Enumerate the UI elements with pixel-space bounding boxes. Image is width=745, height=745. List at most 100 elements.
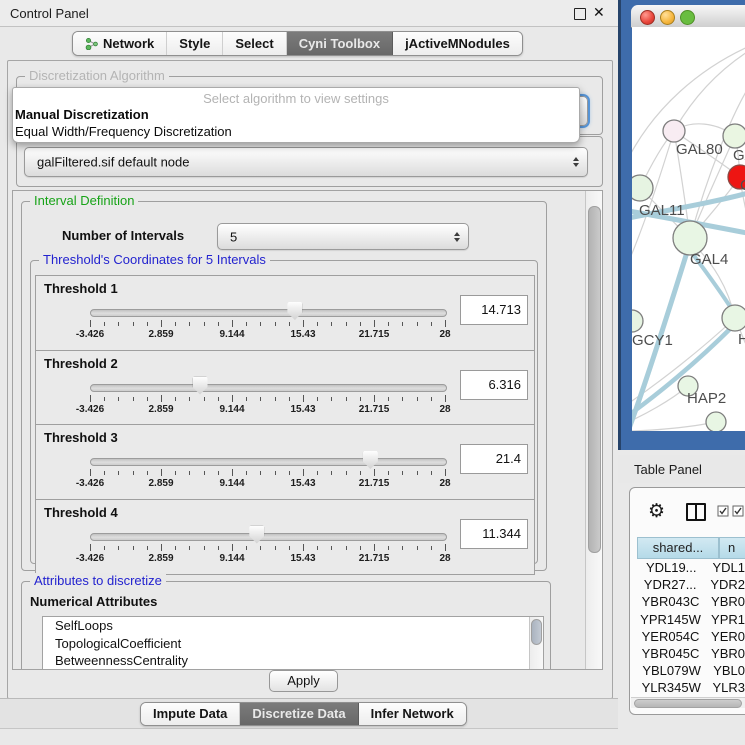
table-cell: YBR0	[704, 594, 745, 609]
slider-tick-label: 2.859	[131, 329, 191, 340]
slider-tick-label: 15.43	[273, 553, 333, 564]
dropdown-option-manual[interactable]: Manual Discretization	[15, 107, 149, 122]
network-node[interactable]	[673, 221, 707, 255]
tab-impute-data[interactable]: Impute Data	[141, 703, 240, 725]
checkbox-checked-icon[interactable]	[732, 505, 745, 518]
threshold-value-field[interactable]: 14.713	[460, 295, 528, 325]
tab-discretize-data[interactable]: Discretize Data	[240, 703, 358, 725]
slider-tick	[374, 544, 375, 551]
network-edge[interactable]	[674, 52, 745, 131]
tab-style[interactable]: Style	[167, 32, 223, 55]
slider-tick	[133, 546, 134, 550]
slider-tick	[388, 397, 389, 401]
slider-tick	[445, 469, 446, 476]
dropdown-option-equal-width[interactable]: Equal Width/Frequency Discretization	[15, 124, 232, 139]
network-canvas[interactable]: GAL80GACGAL11GAL4GCY1HHAP2	[632, 27, 745, 431]
slider-thumb[interactable]	[193, 377, 208, 395]
split-view-icon[interactable]	[686, 503, 706, 521]
attributes-list-scrollbar[interactable]	[529, 617, 543, 669]
table-row[interactable]: YBR045CYBR0	[637, 645, 745, 662]
slider-tick	[232, 320, 233, 327]
slider-thumb[interactable]	[363, 451, 378, 469]
network-node[interactable]	[632, 175, 653, 201]
slider-thumb[interactable]	[249, 526, 264, 544]
attribute-item[interactable]: TopologicalCoefficient	[43, 635, 543, 653]
table-row[interactable]: YDL19...YDL1	[637, 559, 745, 576]
tab-jactivemnodules[interactable]: jActiveMNodules	[393, 32, 522, 55]
network-node[interactable]	[663, 120, 685, 142]
apply-button[interactable]: Apply	[269, 670, 338, 692]
tab-network[interactable]: Network	[73, 32, 167, 55]
threshold-value-field[interactable]: 21.4	[460, 444, 528, 474]
table-row[interactable]: YBR043CYBR0	[637, 593, 745, 610]
network-node[interactable]	[722, 305, 745, 331]
table-cell: YBL0	[706, 663, 745, 678]
slider-tick	[360, 322, 361, 326]
slider-tick-label: 9.144	[202, 404, 262, 415]
number-of-intervals-combobox[interactable]: 5	[217, 223, 469, 250]
threshold-label: Threshold 3	[44, 430, 118, 445]
slider-tick	[260, 322, 261, 326]
tab-infer-network[interactable]: Infer Network	[359, 703, 466, 725]
gear-icon[interactable]: ⚙	[648, 502, 665, 521]
attributes-scrollbar-thumb[interactable]	[531, 619, 542, 645]
slider-tick	[346, 546, 347, 550]
slider-tick	[417, 546, 418, 550]
network-node-label: HAP2	[687, 390, 726, 407]
tab-cyni-toolbox[interactable]: Cyni Toolbox	[287, 32, 393, 55]
panel-scrollbar-thumb[interactable]	[588, 206, 601, 553]
table-row[interactable]: YDR27...YDR2	[637, 576, 745, 593]
slider-tick	[388, 546, 389, 550]
table-cell: YDL19...	[637, 560, 705, 575]
float-window-icon[interactable]	[574, 8, 586, 20]
slider-tick	[218, 397, 219, 401]
attributes-list[interactable]: SelfLoopsTopologicalCoefficientBetweenne…	[42, 616, 544, 670]
panel-scrollbar[interactable]	[585, 191, 602, 669]
table-row[interactable]: YLR345WYLR3	[637, 679, 745, 696]
slider-tick-label: 21.715	[344, 553, 404, 564]
attribute-item[interactable]: BetweennessCentrality	[43, 652, 543, 670]
column-header-name[interactable]: n	[719, 537, 745, 559]
network-window-titlebar[interactable]	[631, 5, 745, 28]
attributes-list-items: SelfLoopsTopologicalCoefficientBetweenne…	[43, 617, 543, 670]
slider-tick	[90, 395, 91, 402]
slider-track[interactable]	[90, 458, 447, 466]
slider-track[interactable]	[90, 384, 447, 392]
zoom-traffic-light-icon[interactable]	[680, 10, 695, 25]
dropdown-placeholder-item[interactable]: Select algorithm to view settings	[13, 91, 579, 106]
network-edge[interactable]	[632, 422, 716, 431]
table-hscrollbar[interactable]	[631, 697, 745, 708]
slider-thumb[interactable]	[287, 302, 302, 320]
network-node[interactable]	[706, 412, 726, 431]
slider-tick	[417, 322, 418, 326]
table-hscrollbar-thumb[interactable]	[634, 699, 742, 708]
threshold-value-field[interactable]: 11.344	[460, 519, 528, 549]
tab-label: Infer Network	[371, 703, 454, 725]
network-node[interactable]	[723, 124, 745, 148]
table-row[interactable]: YER054CYER0	[637, 628, 745, 645]
slider-tick	[303, 469, 304, 476]
network-node[interactable]	[632, 310, 643, 332]
table-row[interactable]: YPR145WYPR1	[637, 611, 745, 628]
close-traffic-light-icon[interactable]	[640, 10, 655, 25]
table-row[interactable]: YBL079WYBL0	[637, 662, 745, 679]
minimize-traffic-light-icon[interactable]	[660, 10, 675, 25]
slider-tick	[246, 471, 247, 475]
control-panel-title: Control Panel	[10, 6, 89, 21]
column-header-shared-name[interactable]: shared...	[637, 537, 719, 559]
threshold-value-field[interactable]: 6.316	[460, 370, 528, 400]
slider-track[interactable]	[90, 533, 447, 541]
tab-select[interactable]: Select	[223, 32, 286, 55]
interval-definition-group: Interval Definition Number of Intervals …	[21, 201, 547, 571]
network-node-label: GAL80	[676, 141, 723, 158]
attributes-group-title: Attributes to discretize	[30, 573, 166, 588]
close-icon[interactable]: ✕	[593, 4, 605, 21]
slider-tick	[90, 320, 91, 327]
slider-track[interactable]	[90, 309, 447, 317]
attribute-item[interactable]: SelfLoops	[43, 617, 543, 635]
slider-tick	[133, 397, 134, 401]
checkbox-checked-icon[interactable]	[717, 505, 730, 518]
slider-tick	[275, 322, 276, 326]
table-data-combobox[interactable]: galFiltered.sif default node	[24, 147, 588, 177]
slider-tick	[246, 322, 247, 326]
